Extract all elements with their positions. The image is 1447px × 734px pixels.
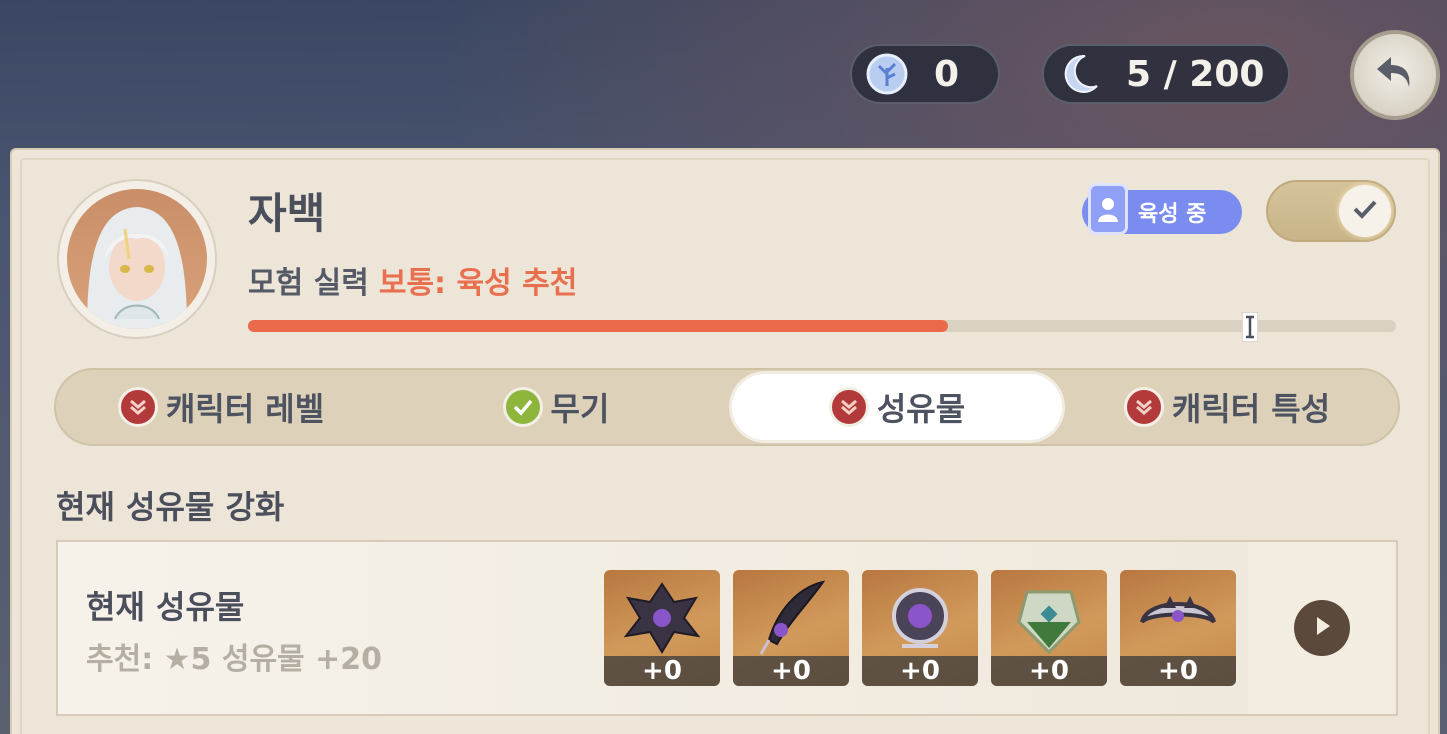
play-arrow-icon (1310, 614, 1334, 642)
card-title: 현재 성유물 (86, 588, 245, 626)
top-bar: 0 5 / 200 (0, 0, 1447, 140)
current-artifacts-card[interactable]: 현재 성유물 추천: ★5 성유물 +20 +0 +0 +0 +0 +0 (56, 540, 1398, 716)
character-build-panel: 자백 모험 실력 보통: 육성 추천 육성 중 캐릭터 레벨 무기 성유물 캐릭… (10, 148, 1440, 734)
next-button[interactable] (1294, 600, 1350, 656)
training-toggle[interactable] (1266, 180, 1396, 242)
crescent-moon-resin-icon (1056, 51, 1102, 97)
resin-counter[interactable]: 5 / 200 (1042, 44, 1290, 104)
tab-character-level[interactable]: 캐릭터 레벨 (96, 370, 346, 444)
avatar (59, 181, 215, 337)
character-portrait-icon (67, 189, 207, 329)
tab-artifacts[interactable]: 성유물 (732, 374, 1062, 440)
check-icon (502, 387, 543, 427)
tab-label: 캐릭터 특성 (1171, 390, 1331, 428)
artifact-level: +0 (604, 656, 720, 686)
resin-value: 5 / 200 (1126, 53, 1265, 95)
toggle-knob (1339, 185, 1391, 237)
progress-fill (248, 320, 949, 332)
artifact-level: +0 (733, 656, 849, 686)
artifact-level: +0 (1120, 656, 1236, 686)
section-title: 현재 성유물 강화 (56, 488, 285, 526)
tab-talents[interactable]: 캐릭터 특성 (1102, 370, 1352, 444)
in-training-badge: 육성 중 (1082, 183, 1242, 235)
starglitter-value: 0 (934, 53, 960, 95)
skill-recommendation: 보통: 육성 추천 (378, 266, 578, 301)
adventure-skill-line: 모험 실력 보통: 육성 추천 (248, 258, 577, 302)
back-arrow-icon (1371, 49, 1419, 101)
character-name: 자백 (248, 189, 326, 238)
starglitter-orb-icon (864, 51, 910, 97)
sands-of-eon-artifact-icon[interactable]: +0 (862, 570, 978, 686)
skill-label: 모험 실력 (248, 266, 369, 301)
tab-label: 무기 (550, 390, 610, 428)
goblet-of-eonothem-artifact-icon[interactable]: +0 (991, 570, 1107, 686)
artifact-level: +0 (991, 656, 1107, 686)
chevron-down-icon (1123, 387, 1164, 427)
tab-label: 캐릭터 레벨 (165, 390, 325, 428)
card-subtitle: 추천: ★5 성유물 +20 (86, 642, 382, 677)
progress-tabs: 캐릭터 레벨 무기 성유물 캐릭터 특성 (54, 368, 1400, 446)
progress-bar (248, 320, 1396, 332)
progress-marker-icon (1241, 311, 1259, 343)
tab-label: 성유물 (876, 390, 966, 428)
plume-of-death-artifact-icon[interactable]: +0 (733, 570, 849, 686)
artifact-level: +0 (862, 656, 978, 686)
character-portrait-icon (1088, 183, 1128, 235)
starglitter-counter[interactable]: 0 (850, 44, 1000, 104)
circlet-of-logos-artifact-icon[interactable]: +0 (1120, 570, 1236, 686)
back-button[interactable] (1350, 30, 1440, 120)
chevron-down-icon (828, 387, 869, 427)
badge-label: 육성 중 (1138, 202, 1207, 227)
check-icon (1352, 198, 1378, 224)
flower-of-life-artifact-icon[interactable]: +0 (604, 570, 720, 686)
tab-weapon[interactable]: 무기 (486, 370, 626, 444)
chevron-down-icon (117, 387, 158, 427)
